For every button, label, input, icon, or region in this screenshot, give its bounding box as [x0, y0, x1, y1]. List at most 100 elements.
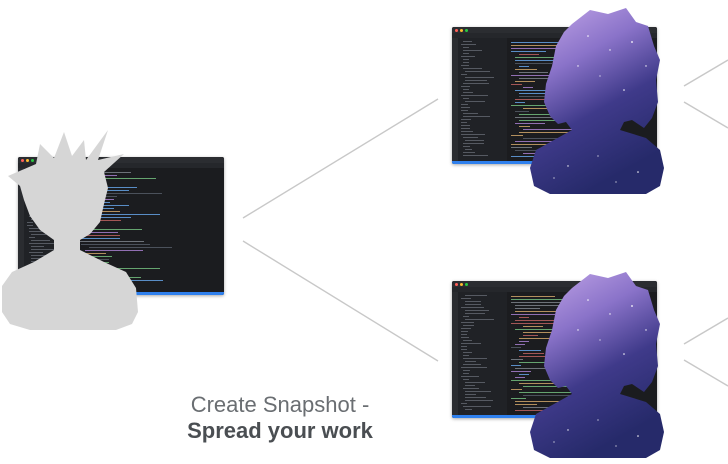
connector-bottom-right-lower [683, 359, 728, 387]
person-silhouette-galaxy-icon [530, 272, 664, 458]
explorer-item [465, 71, 490, 72]
explorer-item [461, 107, 470, 108]
close-dot-icon [455, 29, 458, 32]
explorer-item [463, 62, 469, 63]
minimize-dot-icon [460, 29, 463, 32]
caption: Create Snapshot - Spread your work [140, 392, 420, 444]
explorer-item [461, 307, 484, 308]
explorer-item [465, 140, 484, 141]
explorer-item [461, 86, 470, 87]
code-line [511, 389, 523, 390]
explorer-item [461, 56, 475, 57]
caption-line-1: Create Snapshot - [190, 392, 370, 417]
explorer-item [463, 53, 469, 54]
explorer-item [463, 388, 479, 389]
explorer-item [461, 376, 479, 377]
explorer-item [461, 44, 476, 45]
explorer-item [465, 385, 475, 386]
code-line [511, 359, 524, 360]
explorer-item [465, 80, 487, 81]
code-line [515, 344, 526, 345]
explorer-item [461, 104, 468, 105]
explorer-item [463, 355, 469, 356]
explorer-item [463, 379, 469, 380]
code-line [511, 365, 522, 366]
explorer-item [463, 83, 489, 84]
explorer-item [463, 352, 472, 353]
code-line [511, 398, 527, 399]
explorer-item [465, 382, 485, 383]
explorer-item [463, 373, 469, 374]
explorer-item [463, 47, 469, 48]
explorer-item [461, 349, 467, 350]
explorer-item [463, 143, 484, 144]
explorer-item [463, 113, 478, 114]
explorer-item [461, 298, 471, 299]
connector-to-bottom [242, 240, 439, 362]
code-line [511, 84, 523, 85]
explorer-item [461, 328, 471, 329]
person-silhouette-gray-icon [2, 130, 138, 330]
explorer-item [461, 119, 471, 120]
minimize-dot-icon [460, 283, 463, 286]
explorer-item [463, 406, 491, 407]
explorer-item [463, 68, 482, 69]
diagram: Create Snapshot - Spread your work [0, 0, 728, 464]
explorer-item [465, 295, 487, 296]
explorer-item [461, 122, 467, 123]
explorer-item [463, 41, 472, 42]
explorer-item [463, 92, 473, 93]
explorer-item [461, 337, 469, 338]
explorer-item [465, 391, 491, 392]
explorer-item [461, 322, 474, 323]
explorer-item [461, 65, 469, 66]
connector-top-right-lower [683, 101, 728, 129]
code-line [511, 347, 522, 348]
explorer-item [465, 397, 486, 398]
explorer-item [463, 364, 481, 365]
explorer-item [465, 301, 481, 302]
explorer-item [463, 137, 478, 138]
close-dot-icon [455, 283, 458, 286]
explorer-item [461, 134, 485, 135]
caption-line-2: Spread your work [187, 418, 373, 443]
explorer-item [461, 128, 470, 129]
explorer-item [465, 400, 493, 401]
code-line [511, 135, 524, 136]
maximize-dot-icon [465, 283, 468, 286]
explorer-item [465, 409, 472, 410]
explorer-item [463, 155, 488, 156]
connector-bottom-right-upper [683, 317, 728, 345]
explorer-item [465, 394, 476, 395]
explorer-item [461, 403, 467, 404]
code-line [515, 377, 526, 378]
file-explorer [458, 292, 508, 415]
explorer-item [461, 334, 467, 335]
explorer-item [463, 146, 470, 147]
explorer-item [463, 152, 475, 153]
explorer-item [463, 370, 470, 371]
explorer-item [465, 101, 485, 102]
explorer-item [465, 319, 494, 320]
explorer-item [463, 116, 490, 117]
explorer-item [463, 59, 469, 60]
explorer-item [465, 77, 494, 78]
explorer-item [463, 50, 482, 51]
maximize-dot-icon [465, 29, 468, 32]
file-explorer [458, 38, 508, 161]
connector-to-top [242, 98, 439, 219]
explorer-item [461, 346, 467, 347]
explorer-item [461, 125, 470, 126]
explorer-item [463, 340, 472, 341]
connector-top-right-upper [683, 59, 728, 87]
explorer-item [465, 361, 476, 362]
explorer-item [465, 304, 481, 305]
explorer-item [463, 325, 474, 326]
explorer-item [461, 95, 488, 96]
explorer-item [465, 310, 489, 311]
person-silhouette-galaxy-icon [530, 8, 664, 194]
explorer-item [463, 98, 469, 99]
explorer-item [461, 110, 468, 111]
code-line [515, 102, 526, 103]
explorer-item [463, 358, 487, 359]
